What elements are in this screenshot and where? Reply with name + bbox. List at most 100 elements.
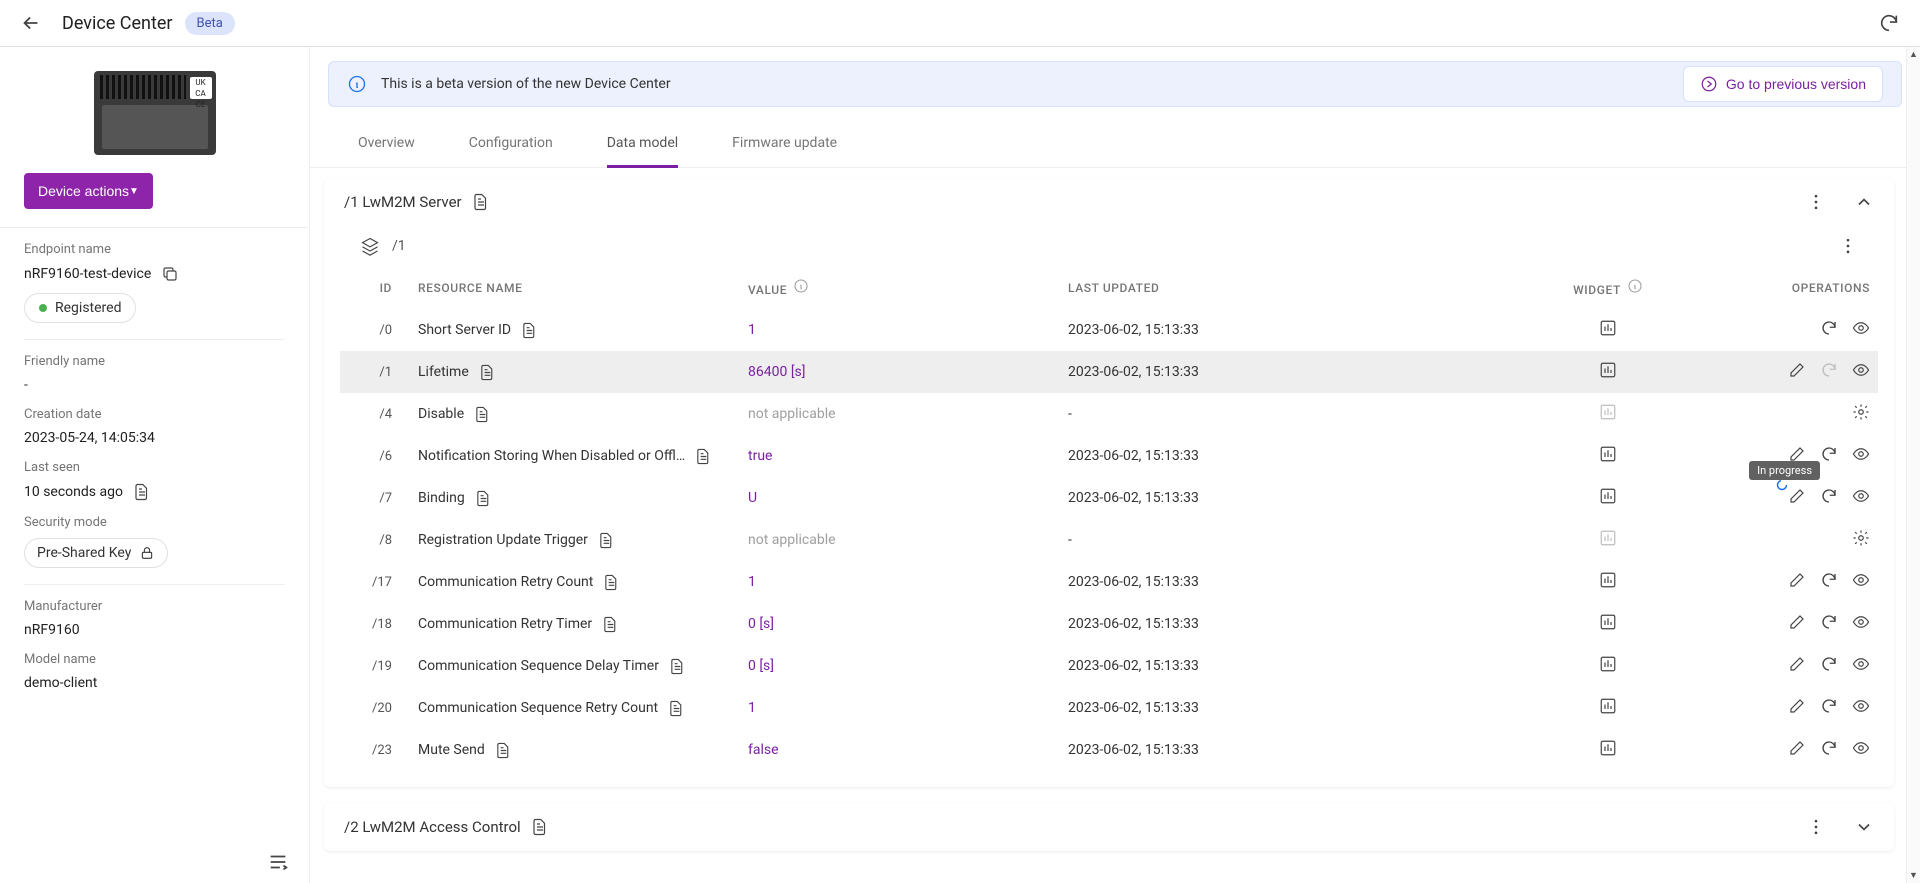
creation-value: 2023-05-24, 14:05:34 [24,430,155,446]
doc-icon[interactable] [668,700,685,717]
info-icon[interactable] [1627,278,1643,294]
tab-configuration[interactable]: Configuration [469,121,553,167]
doc-icon[interactable] [472,193,490,211]
doc-icon[interactable] [474,406,491,423]
tab-firmware[interactable]: Firmware update [732,121,837,167]
observe-icon[interactable] [1852,361,1870,379]
row-value: 86400 [s] [740,351,1060,393]
panel-access-control: /2 LwM2M Access Control [324,803,1894,851]
widget-icon[interactable] [1599,697,1617,715]
tab-overview[interactable]: Overview [358,121,415,167]
row-id: /6 [340,435,410,477]
refresh-icon [1820,361,1838,379]
device-actions-button[interactable]: Device actions ▼ [24,173,153,209]
refresh-icon[interactable] [1820,697,1838,715]
row-id: /7 [340,477,410,519]
tab-datamodel[interactable]: Data model [607,121,678,168]
endpoint-value: nRF9160-test-device [24,266,151,282]
top-bar: Device Center Beta [0,0,1920,47]
row-id: /20 [340,687,410,729]
col-ops: OPERATIONS [1678,266,1878,309]
row-id: /1 [340,351,410,393]
widget-icon[interactable] [1599,613,1617,631]
execute-icon[interactable] [1852,529,1870,547]
more-icon[interactable] [1838,236,1858,256]
observe-icon[interactable] [1852,739,1870,757]
refresh-button[interactable] [1878,12,1900,34]
row-updated: 2023-06-02, 15:13:33 [1060,309,1538,351]
refresh-icon[interactable] [1820,571,1838,589]
edit-icon[interactable] [1788,487,1806,505]
edit-icon[interactable] [1788,571,1806,589]
doc-icon[interactable] [521,322,538,339]
refresh-icon[interactable] [1820,487,1838,505]
edit-icon[interactable] [1788,361,1806,379]
model-value: demo-client [24,675,97,691]
security-label: Security mode [24,515,285,530]
edit-icon[interactable] [1788,697,1806,715]
table-row: /20 Communication Sequence Retry Count 1… [340,687,1878,729]
widget-icon[interactable] [1599,739,1617,757]
manufacturer-value: nRF9160 [24,622,80,638]
more-icon[interactable] [1806,192,1826,212]
observe-icon[interactable] [1852,319,1870,337]
widget-icon[interactable] [1599,361,1617,379]
table-row: /17 Communication Retry Count 1 2023-06-… [340,561,1878,603]
row-updated: 2023-06-02, 15:13:33 [1060,477,1538,519]
edit-icon[interactable] [1788,613,1806,631]
widget-icon[interactable] [1599,571,1617,589]
row-id: /19 [340,645,410,687]
collapse-icon[interactable] [1854,192,1874,212]
row-name: Disable [418,406,464,422]
doc-icon[interactable] [479,364,496,381]
status-dot [39,304,47,312]
widget-icon[interactable] [1599,445,1617,463]
widget-icon[interactable] [1599,655,1617,673]
observe-icon[interactable] [1852,613,1870,631]
row-id: /18 [340,603,410,645]
layers-icon[interactable] [360,236,380,256]
observe-icon[interactable] [1852,571,1870,589]
expand-icon[interactable] [1854,817,1874,837]
doc-icon[interactable] [602,616,619,633]
refresh-icon[interactable] [1820,445,1838,463]
widget-icon[interactable] [1599,487,1617,505]
more-icon[interactable] [1806,817,1826,837]
table-row: /4 Disable not applicable - [340,393,1878,435]
row-name: Short Server ID [418,322,511,338]
observe-icon[interactable] [1852,655,1870,673]
doc-icon[interactable] [475,490,492,507]
collapse-sidebar-icon[interactable] [267,851,289,873]
doc-icon[interactable] [495,742,512,759]
loading-spinner-icon [1776,479,1788,491]
table-row: /23 Mute Send false 2023-06-02, 15:13:33 [340,729,1878,771]
row-updated: - [1060,393,1538,435]
refresh-icon[interactable] [1820,655,1838,673]
edit-icon[interactable] [1788,655,1806,673]
observe-icon[interactable] [1852,445,1870,463]
row-id: /8 [340,519,410,561]
doc-icon[interactable] [133,483,151,501]
doc-icon[interactable] [598,532,615,549]
widget-icon [1599,403,1617,421]
widget-icon[interactable] [1599,319,1617,337]
row-value: U [740,477,1060,519]
doc-icon[interactable] [603,574,620,591]
doc-icon[interactable] [695,448,712,465]
observe-icon[interactable] [1852,697,1870,715]
back-button[interactable] [20,12,42,34]
observe-icon[interactable] [1852,487,1870,505]
execute-icon[interactable] [1852,403,1870,421]
panel-title: /2 LwM2M Access Control [344,818,521,836]
scrollbar[interactable]: ▲ ▼ [1906,47,1920,883]
go-previous-button[interactable]: Go to previous version [1683,66,1883,102]
copy-icon[interactable] [161,265,179,283]
info-icon[interactable] [793,278,809,294]
doc-icon[interactable] [531,818,549,836]
friendly-label: Friendly name [24,354,285,369]
edit-icon[interactable] [1788,739,1806,757]
refresh-icon[interactable] [1820,613,1838,631]
refresh-icon[interactable] [1820,739,1838,757]
refresh-icon[interactable] [1820,319,1838,337]
doc-icon[interactable] [669,658,686,675]
